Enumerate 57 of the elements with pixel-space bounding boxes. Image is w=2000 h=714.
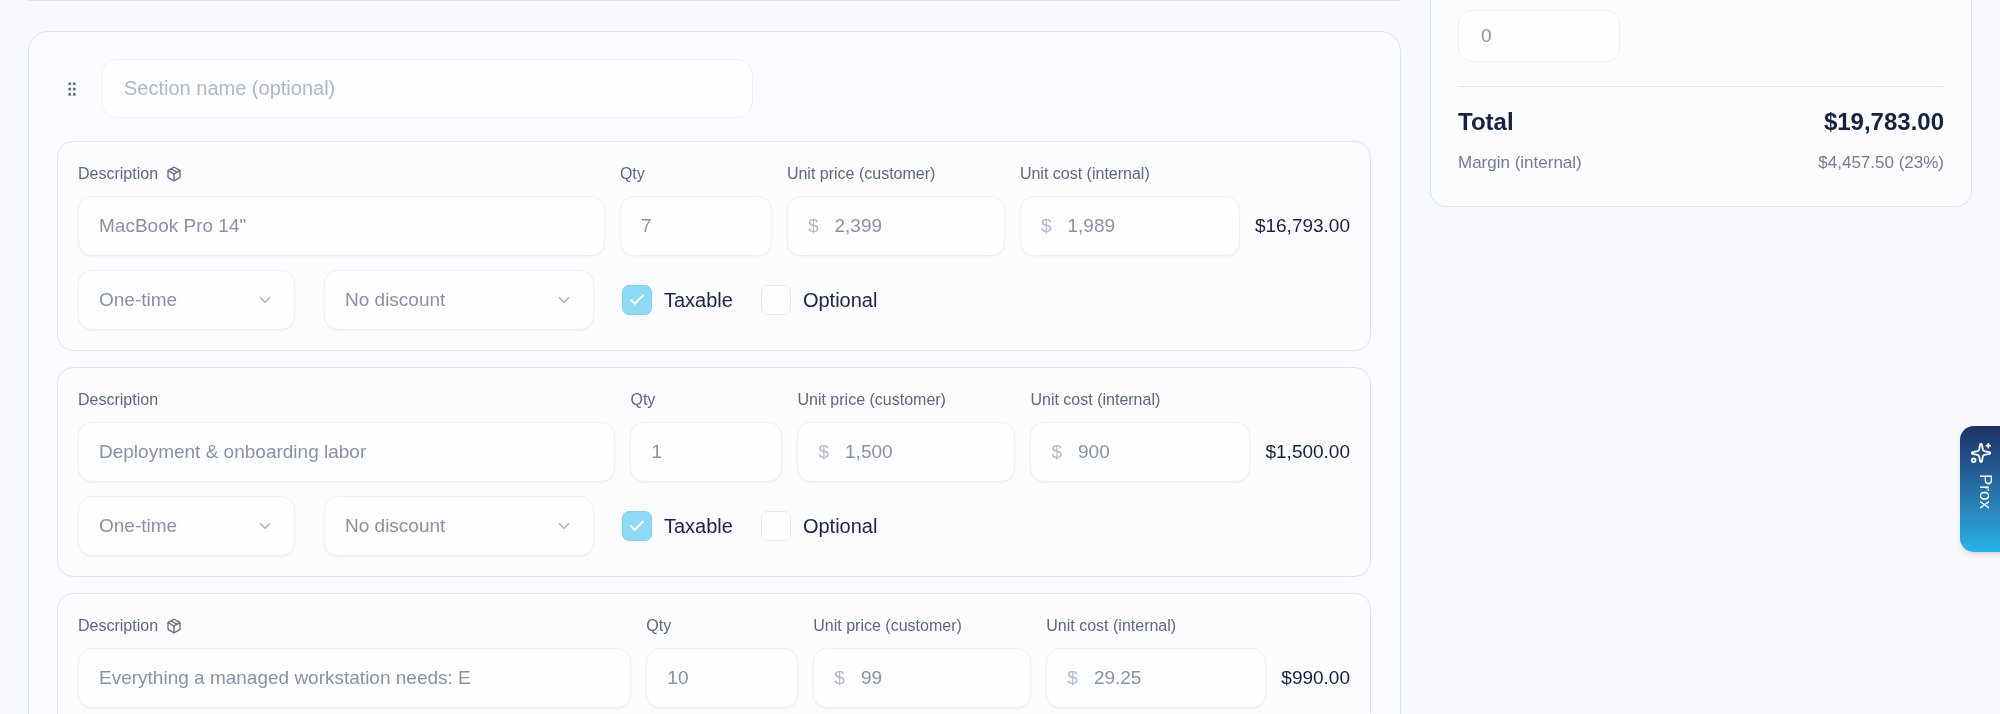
total-amount: $19,783.00 [1823,107,1944,137]
field-value: 1,989 [1067,213,1116,238]
line-total: $1,500.00 [1265,439,1350,464]
margin-amount: $4,457.50 (23%) [1818,152,1944,174]
description-field[interactable]: Everything a managed workstation needs: E [78,648,632,708]
section-name-field[interactable]: Section name (optional) [101,59,753,118]
unit-price-field[interactable]: $ 2,399 [786,196,1005,256]
currency-symbol: $ [1051,439,1063,464]
field-label: Qty [646,616,673,636]
field-value: 1,500 [845,439,893,464]
unit-price-field[interactable]: $ 1,500 [797,422,1016,482]
field-label: Description [78,616,159,636]
field-label: Description [78,390,159,410]
checkbox[interactable] [622,285,652,315]
checkbox-label: Optional [802,288,878,313]
currency-symbol: $ [834,665,845,690]
field-label: Qty [630,390,657,410]
line-total: $16,793.00 [1254,213,1350,238]
quantity-field[interactable]: 7 [619,196,772,256]
unit-cost-field[interactable]: $ 29.25 [1046,648,1267,708]
field-label: Description [78,164,159,184]
field-label: Unit price (customer) [786,164,937,184]
billing-select[interactable]: One-time [78,496,295,556]
checkbox-label: Optional [802,514,878,539]
quantity-field[interactable]: 1 [630,422,783,482]
assistant-tab[interactable]: Prox [1960,426,2000,552]
margin-label: Margin (internal) [1458,152,1582,174]
field-label: Unit price (customer) [813,616,963,636]
unit-cost-field[interactable]: $ 1,989 [1019,196,1240,256]
discount-select[interactable]: No discount [324,270,594,330]
unit-cost-field[interactable]: $ 900 [1030,422,1251,482]
quantity-field[interactable]: 10 [646,648,799,708]
number-field[interactable]: 0 [1458,10,1620,62]
checkbox[interactable] [622,511,652,541]
field-value: 99 [860,665,883,690]
unit-price-field[interactable]: $ 99 [813,648,1032,708]
field-label: Unit cost (internal) [1030,390,1162,410]
currency-symbol: $ [1067,665,1078,690]
description-field[interactable]: MacBook Pro 14" [78,196,605,256]
checkbox-label: Taxable [664,288,733,313]
line-total: $990.00 [1281,665,1350,690]
total-label: Total [1458,107,1514,137]
field-label: Unit cost (internal) [1019,164,1151,184]
field-value: 2,399 [834,213,883,238]
checkbox-label: Taxable [664,514,733,539]
field-value: 900 [1078,439,1110,464]
billing-select[interactable]: One-time [78,270,295,330]
discount-select[interactable]: No discount [324,496,594,556]
currency-symbol: $ [1040,213,1052,238]
field-label: Qty [619,164,646,184]
currency-symbol: $ [818,439,830,464]
description-field[interactable]: Deployment & onboarding labor [78,422,616,482]
sparkle-icon [1970,442,1992,464]
field-label: Unit price (customer) [797,390,947,410]
currency-symbol: $ [807,213,819,238]
field-label: Unit cost (internal) [1046,616,1178,636]
field-value: 29.25 [1093,665,1142,690]
